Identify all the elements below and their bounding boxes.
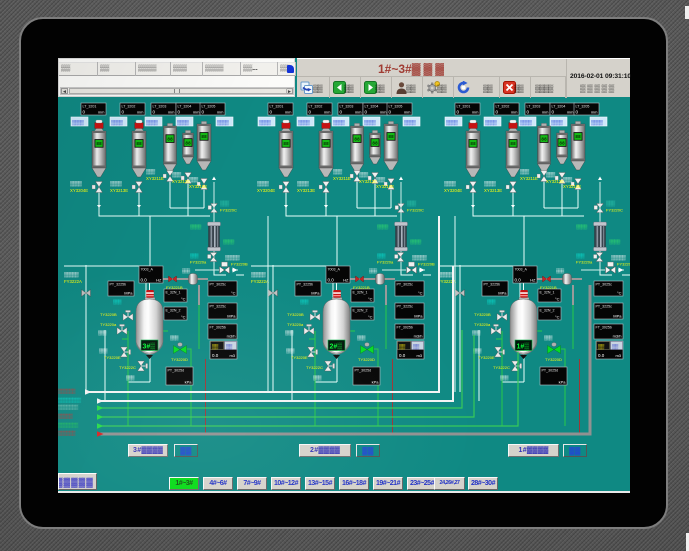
svg-text:3#▒: 3#▒ bbox=[143, 343, 156, 351]
svg-text:▒▒▒▒▒▒▒▒: ▒▒▒▒▒▒▒▒ bbox=[58, 398, 82, 404]
svg-text:▒▒▒▒▒: ▒▒▒▒▒ bbox=[58, 414, 73, 420]
svg-text:▒▒▒▒▒▒▒: ▒▒▒▒▒▒▒ bbox=[58, 423, 79, 429]
svg-text:1#▒: 1#▒ bbox=[517, 343, 530, 351]
svg-text:▒▒▒▒▒▒▒: ▒▒▒▒▒▒▒ bbox=[58, 405, 79, 411]
svg-text:▒▒▒▒▒▒: ▒▒▒▒▒▒ bbox=[58, 389, 76, 395]
svg-text:2#▒: 2#▒ bbox=[330, 343, 343, 351]
svg-text:▒▒▒▒▒▒: ▒▒▒▒▒▒ bbox=[58, 431, 76, 437]
